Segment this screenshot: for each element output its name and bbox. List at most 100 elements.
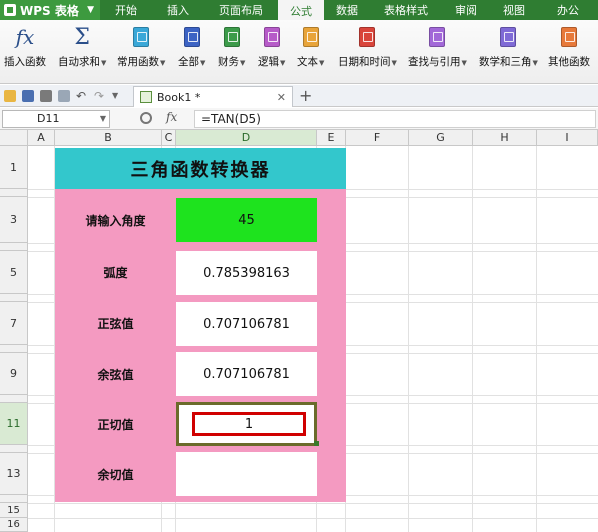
column-header-h[interactable]: H bbox=[473, 130, 537, 146]
sigma-icon: Σ bbox=[74, 24, 90, 50]
book-icon bbox=[561, 27, 577, 47]
menu-view[interactable]: 视图 bbox=[490, 0, 538, 20]
open-folder-icon[interactable] bbox=[4, 89, 16, 102]
book-icon bbox=[183, 27, 200, 47]
radian-label[interactable]: 弧度 bbox=[55, 251, 176, 294]
menu-office[interactable]: 办公 bbox=[538, 0, 598, 20]
ribbon-label: 全部 bbox=[178, 56, 199, 68]
wps-logo-icon bbox=[4, 4, 16, 16]
fill-handle[interactable] bbox=[314, 441, 319, 446]
menu-insert[interactable]: 插入 bbox=[152, 0, 204, 20]
radian-value-cell[interactable]: 0.785398163 bbox=[176, 251, 317, 295]
chevron-down-icon: ▼ bbox=[461, 59, 467, 67]
menu-review[interactable]: 审阅 bbox=[442, 0, 490, 20]
column-header-a[interactable]: A bbox=[28, 130, 55, 146]
row-header-4[interactable] bbox=[0, 243, 28, 251]
print-icon[interactable] bbox=[40, 89, 52, 102]
name-box[interactable]: D11 ▼ bbox=[2, 110, 110, 128]
date-time-button[interactable]: 日期和时间▼ bbox=[338, 24, 397, 69]
cosine-label[interactable]: 余弦值 bbox=[55, 353, 176, 395]
name-box-value: D11 bbox=[37, 112, 60, 125]
menu-table-style[interactable]: 表格样式 bbox=[370, 0, 442, 20]
row-header-1[interactable]: 1 bbox=[0, 146, 28, 189]
other-functions-button[interactable]: 其他函数 bbox=[548, 24, 590, 69]
column-header-f[interactable]: F bbox=[346, 130, 409, 146]
row-header-9[interactable]: 9 bbox=[0, 353, 28, 395]
row-header-15[interactable]: 15 bbox=[0, 503, 28, 518]
ribbon-label: 日期和时间 bbox=[338, 56, 391, 68]
new-tab-button[interactable]: + bbox=[299, 86, 312, 105]
close-icon[interactable]: ✕ bbox=[277, 91, 286, 104]
insert-function-button[interactable]: fx 插入函数 bbox=[4, 24, 46, 69]
sine-value-cell[interactable]: 0.707106781 bbox=[176, 302, 317, 346]
sine-label[interactable]: 正弦值 bbox=[55, 302, 176, 345]
row-header-12[interactable] bbox=[0, 445, 28, 453]
row-header-5[interactable]: 5 bbox=[0, 251, 28, 294]
spreadsheet-grid[interactable]: A B C D E F G H I 1 3 5 7 9 11 13 15 16 … bbox=[0, 130, 598, 532]
financial-button[interactable]: 财务▼ bbox=[218, 24, 245, 69]
autosum-button[interactable]: Σ 自动求和▼ bbox=[58, 24, 106, 69]
search-icon[interactable] bbox=[140, 112, 152, 124]
row-header-14[interactable] bbox=[0, 495, 28, 503]
document-tab[interactable]: Book1 * ✕ bbox=[133, 86, 293, 107]
save-icon[interactable] bbox=[22, 89, 34, 102]
menu-page-layout[interactable]: 页面布局 bbox=[204, 0, 278, 20]
row-header-10[interactable] bbox=[0, 395, 28, 403]
ribbon: fx 插入函数 Σ 自动求和▼ 常用函数▼ 全部▼ 财务▼ 逻辑▼ 文本▼ 日期… bbox=[0, 20, 598, 84]
app-name: WPS 表格 bbox=[20, 3, 79, 18]
menu-home[interactable]: 开始 bbox=[100, 0, 152, 20]
ribbon-label: 常用函数 bbox=[117, 56, 159, 68]
ribbon-label: 逻辑 bbox=[258, 56, 279, 68]
chevron-down-icon[interactable]: ▼ bbox=[100, 111, 106, 127]
row-header-6[interactable] bbox=[0, 294, 28, 302]
cotangent-label[interactable]: 余切值 bbox=[55, 453, 176, 495]
row-header-7[interactable]: 7 bbox=[0, 302, 28, 345]
chevron-down-icon: ▼ bbox=[391, 59, 397, 67]
ribbon-label: 财务 bbox=[218, 56, 239, 68]
formula-input[interactable]: =TAN(D5) bbox=[194, 110, 596, 128]
customize-dropdown-icon[interactable]: ▼ bbox=[112, 90, 124, 102]
redo-icon[interactable]: ↷ bbox=[94, 90, 106, 102]
book-icon bbox=[263, 27, 280, 47]
logical-button[interactable]: 逻辑▼ bbox=[258, 24, 285, 69]
undo-icon[interactable]: ↶ bbox=[76, 90, 88, 102]
cotangent-value-cell[interactable] bbox=[176, 452, 317, 496]
print-preview-icon[interactable] bbox=[58, 89, 70, 102]
column-header-g[interactable]: G bbox=[409, 130, 473, 146]
row-header-3[interactable]: 3 bbox=[0, 197, 28, 243]
fx-icon[interactable]: fx bbox=[166, 110, 177, 124]
row-header-2[interactable] bbox=[0, 189, 28, 197]
menu-bar: WPS 表格 ▼ 开始 插入 页面布局 公式 数据 表格样式 审阅 视图 办公 bbox=[0, 0, 598, 20]
menu-formulas[interactable]: 公式 bbox=[278, 0, 324, 20]
row-header-16[interactable]: 16 bbox=[0, 518, 28, 532]
ribbon-label: 其他函数 bbox=[548, 56, 590, 68]
converter-title[interactable]: 三角函数转换器 bbox=[55, 148, 346, 189]
lookup-reference-button[interactable]: 查找与引用▼ bbox=[408, 24, 467, 69]
column-header-b[interactable]: B bbox=[55, 130, 162, 146]
angle-input-label[interactable]: 请输入角度 bbox=[55, 197, 176, 243]
tangent-label[interactable]: 正切值 bbox=[55, 403, 176, 445]
math-trig-button[interactable]: 数学和三角▼ bbox=[479, 24, 538, 69]
all-functions-button[interactable]: 全部▼ bbox=[178, 24, 205, 69]
chevron-down-icon: ▼ bbox=[200, 59, 206, 67]
row-header-8[interactable] bbox=[0, 345, 28, 353]
chevron-down-icon: ▼ bbox=[532, 59, 538, 67]
chevron-down-icon: ▼ bbox=[280, 59, 286, 67]
column-header-c[interactable]: C bbox=[162, 130, 176, 146]
angle-input-cell[interactable]: 45 bbox=[176, 198, 317, 242]
tangent-value-cell[interactable]: 1 bbox=[176, 402, 317, 446]
column-header-i[interactable]: I bbox=[537, 130, 598, 146]
common-functions-button[interactable]: 常用函数▼ bbox=[117, 24, 165, 69]
chevron-down-icon: ▼ bbox=[319, 59, 325, 67]
menu-data[interactable]: 数据 bbox=[324, 0, 370, 20]
row-header-11[interactable]: 11 bbox=[0, 403, 28, 445]
cosine-value-cell[interactable]: 0.707106781 bbox=[176, 352, 317, 396]
row-header-13[interactable]: 13 bbox=[0, 453, 28, 495]
select-all-corner[interactable] bbox=[0, 130, 28, 146]
tangent-value: 1 bbox=[192, 412, 306, 436]
column-header-e[interactable]: E bbox=[317, 130, 346, 146]
text-button[interactable]: 文本▼ bbox=[297, 24, 324, 69]
fx-icon: fx bbox=[15, 25, 35, 49]
app-menu-button[interactable]: WPS 表格 ▼ bbox=[0, 0, 100, 20]
column-header-d[interactable]: D bbox=[176, 130, 317, 146]
